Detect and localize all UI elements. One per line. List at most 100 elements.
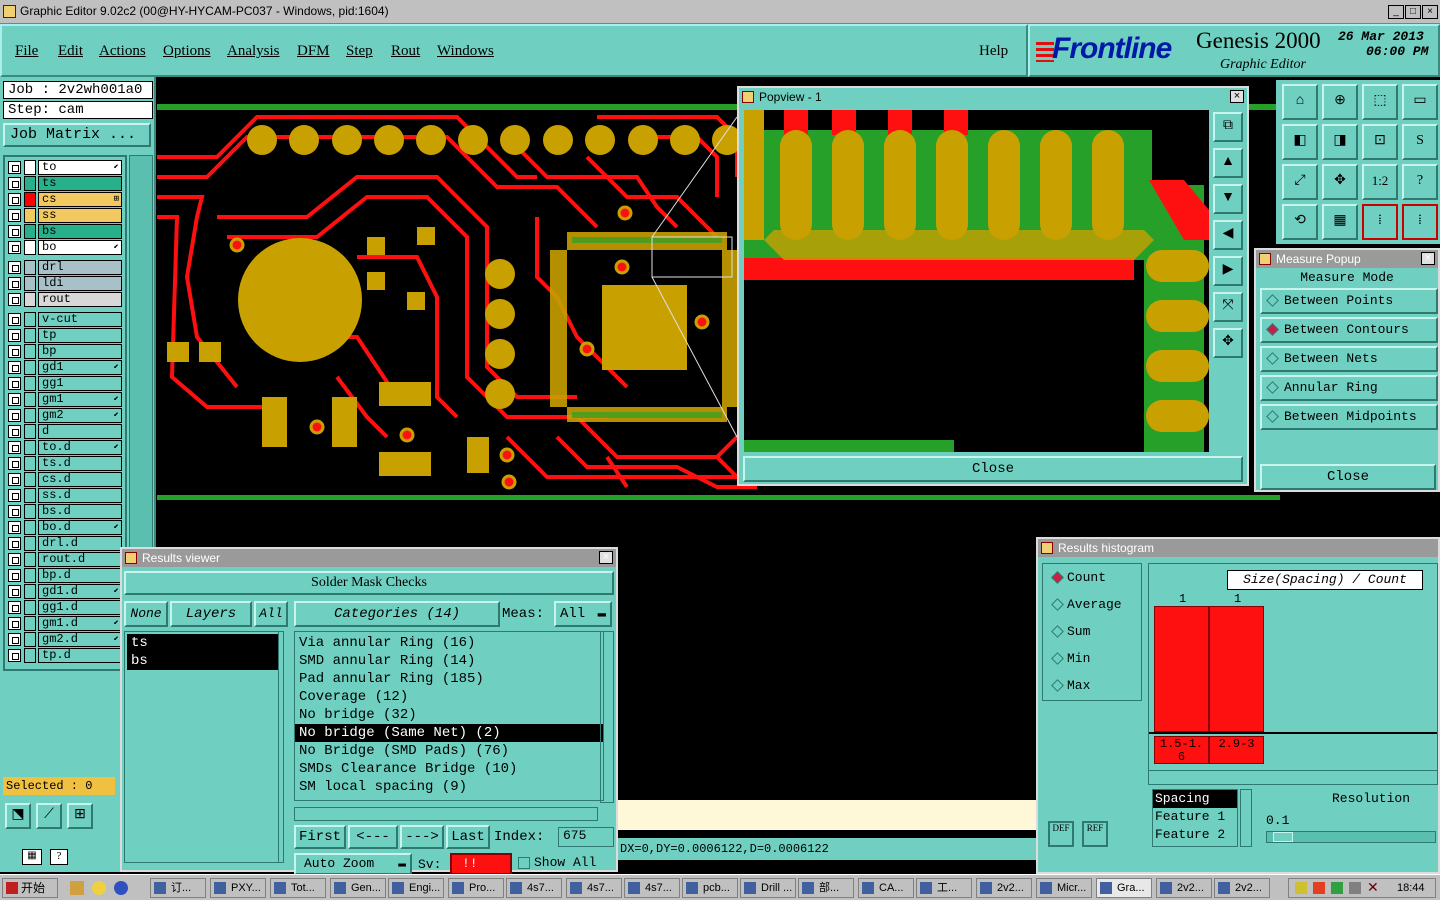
zoom-in-icon[interactable]: ⊕ [1322,84,1358,120]
category-item[interactable]: No bridge (Same Net) (2) [295,724,603,742]
layer-checkbox[interactable] [8,293,21,306]
categories-button[interactable]: Categories (14) [294,601,500,627]
stat-max[interactable]: Max [1047,678,1090,693]
layer-row-bp[interactable]: bp [8,344,123,359]
layer-label[interactable]: cs.d [38,472,122,487]
job-matrix-button[interactable]: Job Matrix ... [3,123,151,147]
layer-row-d[interactable]: d [8,424,123,439]
snap-icon[interactable]: ⬔ [5,803,31,829]
layer-label[interactable]: tp [38,328,122,343]
layer-row-to.d[interactable]: to.d ⬋ [8,440,123,455]
layer-row-gm1[interactable]: gm1 ⬋ [8,392,123,407]
field-list-scrollbar[interactable] [1240,789,1252,847]
category-item[interactable]: SM local spacing (9) [295,778,603,796]
ref-button[interactable]: REF [1082,821,1108,847]
field-list[interactable]: Spacing Feature 1 Feature 2 [1152,789,1238,847]
zoom-ratio-icon[interactable]: ⊡ [1362,124,1398,160]
layer-row-drl.d[interactable]: drl.d [8,536,123,551]
sv-indicator[interactable]: !! [450,853,512,875]
measure-tool-icon[interactable]: ⟲ [1282,204,1318,240]
layer-label[interactable]: gm1 ⬋ [38,392,122,407]
layer-checkbox[interactable] [8,569,21,582]
layer-label[interactable]: drl [38,260,122,275]
resolution-slider[interactable] [1266,831,1436,843]
taskbar-button[interactable]: Pro... [448,878,504,898]
layer-label[interactable]: ss.d [38,488,122,503]
quicklaunch-desktop-icon[interactable] [70,881,84,895]
menu-rout[interactable]: Rout [391,43,420,60]
layer-row-ss.d[interactable]: ss.d [8,488,123,503]
list-item[interactable]: Feature 1 [1153,808,1237,826]
layer-list-scrollbar[interactable] [278,631,290,863]
popview-canvas[interactable] [744,110,1209,452]
meas-dropdown[interactable]: All ▬ [554,601,612,627]
menu-file[interactable]: File [15,43,38,60]
category-item[interactable]: SMD annular Ring (14) [295,652,603,670]
query-icon[interactable]: ? [1402,164,1438,200]
layer-checkbox[interactable] [8,193,21,206]
layer-label[interactable]: bo.d ⬋ [38,520,122,535]
show-all-checkbox[interactable] [518,857,530,869]
layer-checkbox[interactable] [8,649,21,662]
layer-label[interactable]: to.d ⬋ [38,440,122,455]
layer-label[interactable]: bp [38,344,122,359]
layer-result-list[interactable]: ts bs [124,631,284,863]
first-button[interactable]: First [294,825,346,849]
menu-windows[interactable]: Windows [437,43,494,60]
layer-label[interactable]: bo ⬋ [38,240,122,255]
layer-row-cs[interactable]: cs ⊞ [8,192,123,207]
results-close-icon[interactable]: × [599,551,613,564]
layer-row-gm2.d[interactable]: gm2.d ⬋ [8,632,123,647]
taskbar-button[interactable]: 4s7... [624,878,680,898]
layer-checkbox[interactable] [8,441,21,454]
layer-row-bo[interactable]: bo ⬋ [8,240,123,255]
taskbar-button[interactable]: pcb... [682,878,738,898]
layer-label[interactable]: cs ⊞ [38,192,122,207]
close-button[interactable]: × [1422,5,1438,19]
center-icon[interactable]: ✥ [1322,164,1358,200]
layer-checkbox[interactable] [8,241,21,254]
index-input[interactable]: 675 [558,827,614,847]
layer-label[interactable]: ts [38,176,122,191]
layer-checkbox[interactable] [8,489,21,502]
net-highlight-icon[interactable]: ⁞ [1362,204,1398,240]
layer-row-drl[interactable]: drl [8,260,123,275]
popview-home-icon[interactable]: ✥ [1213,328,1243,358]
mode-between-contours[interactable]: Between Contours [1260,317,1438,343]
stat-sum[interactable]: Sum [1047,624,1090,639]
layer-checkbox[interactable] [8,409,21,422]
layer-label[interactable]: to ⬋ [38,160,122,175]
menu-options[interactable]: Options [163,43,211,60]
last-button[interactable]: Last [446,825,490,849]
layer-checkbox[interactable] [8,601,21,614]
layer-checkbox[interactable] [8,177,21,190]
menu-analysis[interactable]: Analysis [227,43,280,60]
layer-checkbox[interactable] [8,393,21,406]
stat-min[interactable]: Min [1047,651,1090,666]
taskbar-button[interactable]: 2v2... [976,878,1032,898]
layer-checkbox[interactable] [8,473,21,486]
menu-edit[interactable]: Edit [58,43,83,60]
category-item[interactable]: SMDs Clearance Bridge (10) [295,760,603,778]
mode-between-nets[interactable]: Between Nets [1260,346,1438,372]
next-button[interactable]: ---> [400,825,444,849]
layer-row-ts.d[interactable]: ts.d [8,456,123,471]
help-icon[interactable]: ? [50,849,68,865]
category-item[interactable]: No Bridge (SMD Pads) (76) [295,742,603,760]
layer-checkbox[interactable] [8,633,21,646]
layer-label[interactable]: ts.d [38,456,122,471]
layers-button[interactable]: Layers [170,601,252,627]
fit-all-icon[interactable]: ⤢ [1282,164,1318,200]
tray-close-icon[interactable]: ✕ [1367,880,1379,897]
layer-label[interactable]: tp.d [38,648,122,663]
layer-row-gd1[interactable]: gd1 ⬋ [8,360,123,375]
list-item[interactable]: Feature 2 [1153,826,1237,844]
taskbar-button[interactable]: Engi... [388,878,444,898]
layer-label[interactable]: bp.d [38,568,122,583]
taskbar-button[interactable]: Gra... [1096,878,1152,898]
layer-label[interactable]: ldi [38,276,122,291]
category-item[interactable]: Via annular Ring (16) [295,634,603,652]
popview-zoom-icon[interactable]: ⧉ [1213,112,1243,142]
layer-row-tp[interactable]: tp [8,328,123,343]
layer-row-bo.d[interactable]: bo.d ⬋ [8,520,123,535]
